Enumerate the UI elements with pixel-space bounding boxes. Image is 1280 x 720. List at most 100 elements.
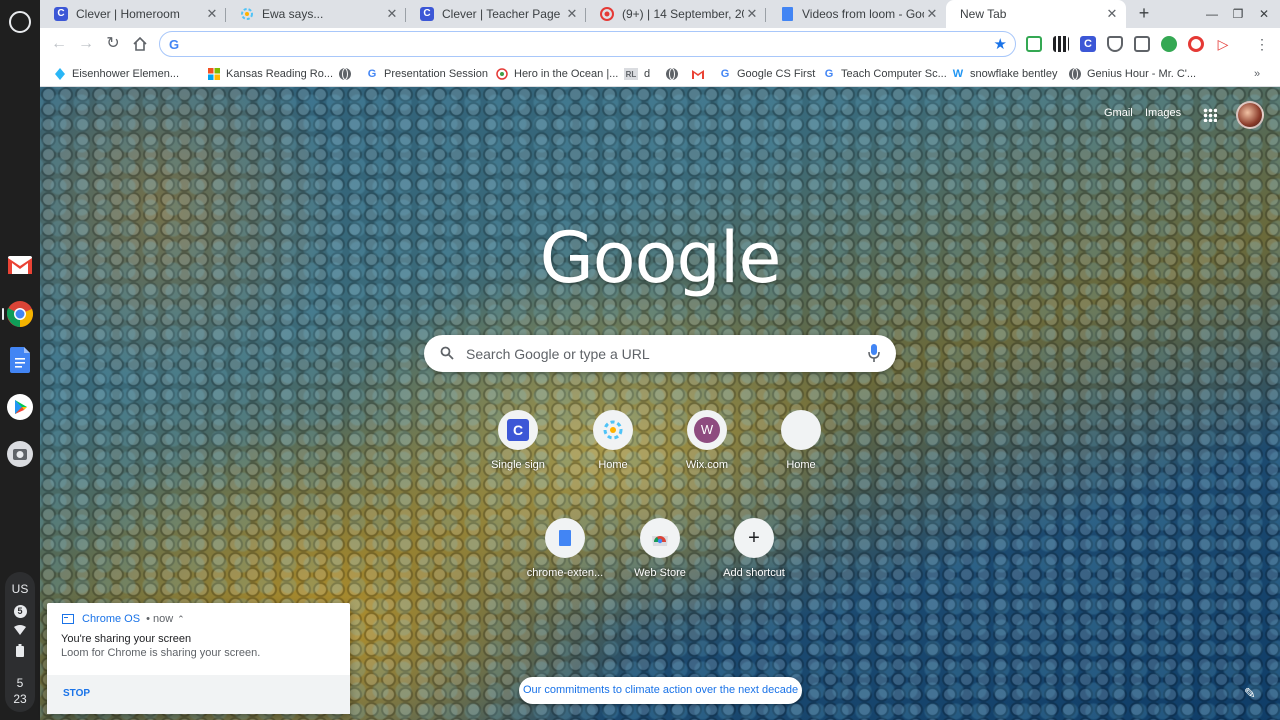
customize-pencil-icon[interactable]: ✎ (1244, 685, 1256, 702)
screen-cast-extension-icon[interactable] (1134, 36, 1150, 52)
stop-sharing-button[interactable]: STOP (63, 688, 90, 699)
restore-button[interactable]: ❐ (1230, 6, 1246, 22)
bookmark-item[interactable] (666, 64, 684, 84)
ntp-search-box[interactable] (424, 335, 896, 372)
notification-count-badge: 5 (5, 603, 35, 618)
chevron-up-icon[interactable]: ⌃ (177, 614, 185, 625)
qr-code-extension-icon[interactable] (1053, 36, 1069, 52)
docs-app-icon[interactable] (6, 346, 34, 374)
bookmark-item[interactable] (339, 64, 357, 84)
close-icon[interactable]: ✕ (1104, 6, 1120, 22)
shortcut-web-store[interactable]: Web Store (614, 518, 706, 608)
tab-notifications-september[interactable]: (9+) | 14 September, 2020 - ✕ (586, 0, 766, 28)
bookmark-label: Presentation Session (384, 68, 488, 80)
chrome-app-icon[interactable] (6, 300, 34, 328)
clever-icon: C (498, 410, 538, 450)
bookmark-label: Google CS First (737, 68, 816, 80)
keyboard-layout-label: US (11, 582, 29, 596)
play-extension-icon[interactable]: ▷ (1215, 36, 1231, 52)
close-icon[interactable]: ✕ (924, 6, 940, 22)
fish-icon (496, 68, 508, 80)
bookmark-item[interactable] (692, 64, 710, 84)
bookmark-item[interactable]: G Google CS First (719, 64, 816, 84)
bookmark-item[interactable]: Genius Hour - Mr. C'... (1069, 64, 1196, 84)
close-icon[interactable]: ✕ (744, 6, 760, 22)
bookmark-item[interactable]: Hero in the Ocean |... (496, 64, 618, 84)
bookmark-label: Kansas Reading Ro... (226, 68, 334, 80)
bookmark-item[interactable]: RL d (624, 64, 650, 84)
wix-icon: W (687, 410, 727, 450)
search-input[interactable] (466, 344, 856, 363)
notification-title: You're sharing your screen (61, 633, 192, 645)
close-icon[interactable]: ✕ (204, 6, 220, 22)
rl-icon: RL (624, 68, 638, 80)
camera-app-icon[interactable] (6, 440, 34, 468)
google-apps-grid-icon[interactable] (1203, 108, 1217, 122)
shortcut-home[interactable]: Home (567, 410, 659, 500)
tab-videos-from-loom[interactable]: Videos from loom - Google ✕ (766, 0, 946, 28)
home-button[interactable] (130, 34, 150, 54)
minimize-button[interactable]: — (1204, 6, 1220, 22)
shortcut-chrome-extension[interactable]: chrome-exten... (519, 518, 611, 608)
back-button[interactable]: ← (49, 34, 69, 54)
tab-ewa-says[interactable]: Ewa says... ✕ (226, 0, 406, 28)
bookmark-item[interactable]: W snowflake bentley (952, 64, 1058, 84)
shield-extension-icon[interactable] (1107, 36, 1123, 52)
reload-button[interactable]: ↻ (103, 34, 123, 54)
shortcut-wix[interactable]: W Wix.com (661, 410, 753, 500)
screen-cast-icon (62, 614, 74, 624)
bookmark-item[interactable]: Kansas Reading Ro... (208, 64, 333, 84)
address-bar[interactable]: G ★ (159, 31, 1016, 57)
bookmark-label: Teach Computer Sc... (841, 68, 947, 80)
screen-share-notification: Chrome OS • now ⌃ You're sharing your sc… (47, 603, 350, 714)
close-window-button[interactable]: ✕ (1256, 6, 1272, 22)
voice-search-mic-icon[interactable] (868, 344, 880, 362)
clever-extension-icon[interactable]: C (1080, 36, 1096, 52)
shortcut-single-sign[interactable]: C Single sign (472, 410, 564, 500)
menu-kebab-icon[interactable]: ⋮ (1254, 36, 1270, 52)
close-icon[interactable]: ✕ (384, 6, 400, 22)
bookmarks-bar: Eisenhower Elemen... Kansas Reading Ro..… (40, 60, 1280, 87)
add-shortcut-button[interactable]: + Add shortcut (708, 518, 800, 608)
clock-minute: 23 (13, 692, 27, 706)
bookmark-star-icon[interactable]: ★ (994, 35, 1007, 53)
notification-actions: STOP (47, 675, 350, 714)
close-icon[interactable]: ✕ (564, 6, 580, 22)
loom-extension-icon[interactable] (1188, 36, 1204, 52)
blank-site-icon (781, 410, 821, 450)
more-bookmarks-chevron-icon[interactable]: » (1254, 64, 1260, 84)
launcher-button[interactable] (9, 11, 31, 33)
status-tray[interactable]: US 5 5 23 (5, 572, 35, 712)
bookmark-item[interactable]: G Teach Computer Sc... (823, 64, 947, 84)
forward-button[interactable]: → (76, 34, 96, 54)
bookmark-label: snowflake bentley (970, 68, 1058, 80)
notification-icon (600, 7, 614, 21)
shortcut-home-2[interactable]: Home (755, 410, 847, 500)
new-tab-button[interactable]: + (1134, 4, 1154, 24)
tab-clever-teacher-page[interactable]: C Clever | Teacher Page ✕ (406, 0, 586, 28)
clock-hour: 5 (16, 676, 24, 690)
shortcut-label: Home (786, 459, 816, 471)
globe-icon (666, 68, 678, 80)
gmail-link[interactable]: Gmail (1104, 107, 1133, 119)
url-input[interactable] (190, 36, 970, 54)
tab-title: Clever | Homeroom (76, 7, 180, 21)
status-extension-icon[interactable] (1161, 36, 1177, 52)
bookmark-item[interactable]: Eisenhower Elemen... (54, 64, 179, 84)
extension-timer-icon[interactable] (1026, 36, 1042, 52)
gmail-app-icon[interactable] (6, 251, 34, 279)
plus-icon: + (734, 518, 774, 558)
tab-title: (9+) | 14 September, 2020 - (622, 7, 744, 21)
bookmark-item[interactable]: G Presentation Session (366, 64, 488, 84)
account-avatar[interactable] (1236, 101, 1264, 129)
climate-promo-link[interactable]: Our commitments to climate action over t… (519, 677, 802, 704)
images-link[interactable]: Images (1145, 107, 1181, 119)
tab-new-tab[interactable]: New Tab ✕ (946, 0, 1126, 28)
tab-clever-homeroom[interactable]: C Clever | Homeroom ✕ (40, 0, 226, 28)
play-store-app-icon[interactable] (6, 393, 34, 421)
microsoft-icon (208, 68, 220, 80)
notification-message: Loom for Chrome is sharing your screen. (61, 647, 261, 659)
docs-icon (545, 518, 585, 558)
shortcut-label: chrome-exten... (526, 567, 604, 579)
notification-header: Chrome OS • now ⌃ (62, 613, 185, 625)
